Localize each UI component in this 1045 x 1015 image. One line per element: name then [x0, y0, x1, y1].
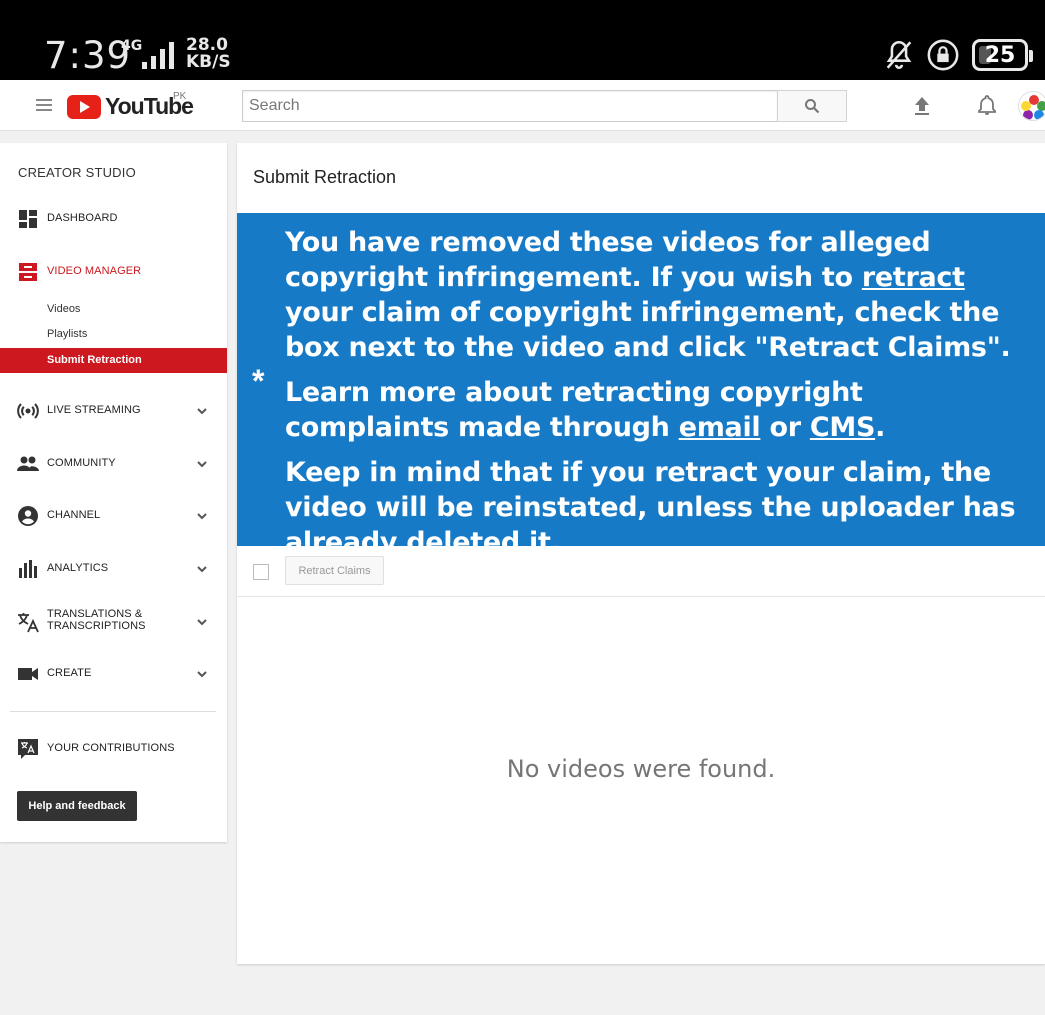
- asterisk-icon: *: [252, 363, 265, 399]
- live-streaming-icon: [17, 403, 39, 419]
- sidebar-item-create[interactable]: CREATE: [0, 654, 227, 694]
- sidebar-item-label: LIVE STREAMING: [47, 404, 141, 416]
- chevron-down-icon[interactable]: [196, 616, 208, 628]
- chevron-down-icon[interactable]: [196, 458, 208, 470]
- actions-toolbar: Retract Claims: [237, 546, 1045, 597]
- sidebar-item-live-streaming[interactable]: LIVE STREAMING: [0, 391, 227, 431]
- page-title: Submit Retraction: [253, 167, 397, 187]
- info-banner: * You have removed these videos for alle…: [237, 213, 1045, 558]
- sidebar-item-label: YOUR CONTRIBUTIONS: [47, 742, 175, 754]
- banner-text: You have removed these videos for allege…: [285, 225, 1035, 570]
- channel-icon: [18, 506, 38, 526]
- video-manager-icon: [19, 263, 37, 281]
- sidebar-item-label: DASHBOARD: [47, 212, 118, 224]
- bell-muted-icon: [886, 40, 912, 69]
- select-all-checkbox[interactable]: [253, 564, 269, 580]
- search-button[interactable]: [777, 90, 847, 122]
- upload-icon[interactable]: [913, 96, 931, 116]
- notifications-icon[interactable]: [977, 94, 997, 116]
- sidebar-item-label: VIDEO MANAGER: [47, 265, 142, 277]
- community-icon: [17, 456, 39, 471]
- translate-icon: [18, 613, 39, 633]
- signal-icon: [142, 42, 174, 69]
- chevron-down-icon[interactable]: [196, 510, 208, 522]
- contributions-icon: [18, 739, 38, 759]
- sidebar-item-label: COMMUNITY: [47, 457, 116, 469]
- sidebar-item-video-manager[interactable]: VIDEO MANAGER: [0, 252, 227, 292]
- network-speed: 28.0 KB/S: [186, 35, 231, 72]
- chevron-down-icon[interactable]: [196, 563, 208, 575]
- sidebar-item-translations[interactable]: TRANSLATIONS & TRANSCRIPTIONS: [0, 602, 227, 642]
- search-icon: [805, 99, 820, 114]
- main-panel: Submit Retraction * You have removed the…: [237, 143, 1045, 964]
- sidebar-item-label: CHANNEL: [47, 509, 101, 521]
- cms-link[interactable]: CMS: [810, 412, 876, 443]
- dashboard-icon: [19, 210, 37, 228]
- sidebar-item-your-contributions[interactable]: YOUR CONTRIBUTIONS: [0, 729, 227, 769]
- retract-link[interactable]: retract: [862, 262, 965, 293]
- rotation-lock-icon: [927, 39, 959, 71]
- sidebar-title: CREATOR STUDIO: [18, 165, 136, 180]
- sidebar-item-community[interactable]: COMMUNITY: [0, 444, 227, 484]
- sidebar-subitem-submit-retraction[interactable]: Submit Retraction: [0, 348, 227, 373]
- sidebar-item-channel[interactable]: CHANNEL: [0, 496, 227, 536]
- menu-icon[interactable]: [36, 99, 52, 111]
- status-time: 7:39: [44, 34, 132, 77]
- camera-icon: [18, 668, 38, 680]
- chevron-down-icon[interactable]: [196, 668, 208, 680]
- sidebar-item-label: CREATE: [47, 667, 92, 679]
- help-feedback-button[interactable]: Help and feedback: [17, 791, 137, 821]
- battery-icon: 25: [972, 39, 1028, 71]
- sidebar-subitem-playlists[interactable]: Playlists: [0, 322, 227, 347]
- sidebar-subitem-videos[interactable]: Videos: [0, 297, 227, 322]
- banner-paragraph-1: You have removed these videos for allege…: [285, 227, 1011, 363]
- search-input[interactable]: [242, 90, 777, 122]
- youtube-play-icon: [67, 94, 101, 119]
- sidebar-divider: [10, 711, 216, 712]
- sidebar-item-dashboard[interactable]: DASHBOARD: [0, 199, 227, 239]
- email-link[interactable]: email: [679, 412, 761, 443]
- avatar[interactable]: [1018, 91, 1045, 121]
- banner-paragraph-3: Keep in mind that if you retract your cl…: [285, 457, 1016, 558]
- status-bar: 7:39 4G 28.0 KB/S 25: [0, 0, 1045, 80]
- empty-state-message: No videos were found.: [506, 755, 776, 783]
- app-header: YouTube PK: [0, 80, 1045, 131]
- region-label: PK: [173, 91, 187, 102]
- chevron-down-icon[interactable]: [196, 405, 208, 417]
- creator-studio-sidebar: CREATOR STUDIO DASHBOARD VIDEO MANAGER V…: [0, 143, 227, 842]
- sidebar-item-label: TRANSLATIONS & TRANSCRIPTIONS: [47, 608, 146, 632]
- banner-paragraph-2: Learn more about retracting copyright co…: [285, 377, 886, 443]
- sidebar-item-analytics[interactable]: ANALYTICS: [0, 549, 227, 589]
- retract-claims-button[interactable]: Retract Claims: [285, 556, 384, 585]
- sidebar-item-label: ANALYTICS: [47, 562, 109, 574]
- analytics-icon: [19, 560, 37, 578]
